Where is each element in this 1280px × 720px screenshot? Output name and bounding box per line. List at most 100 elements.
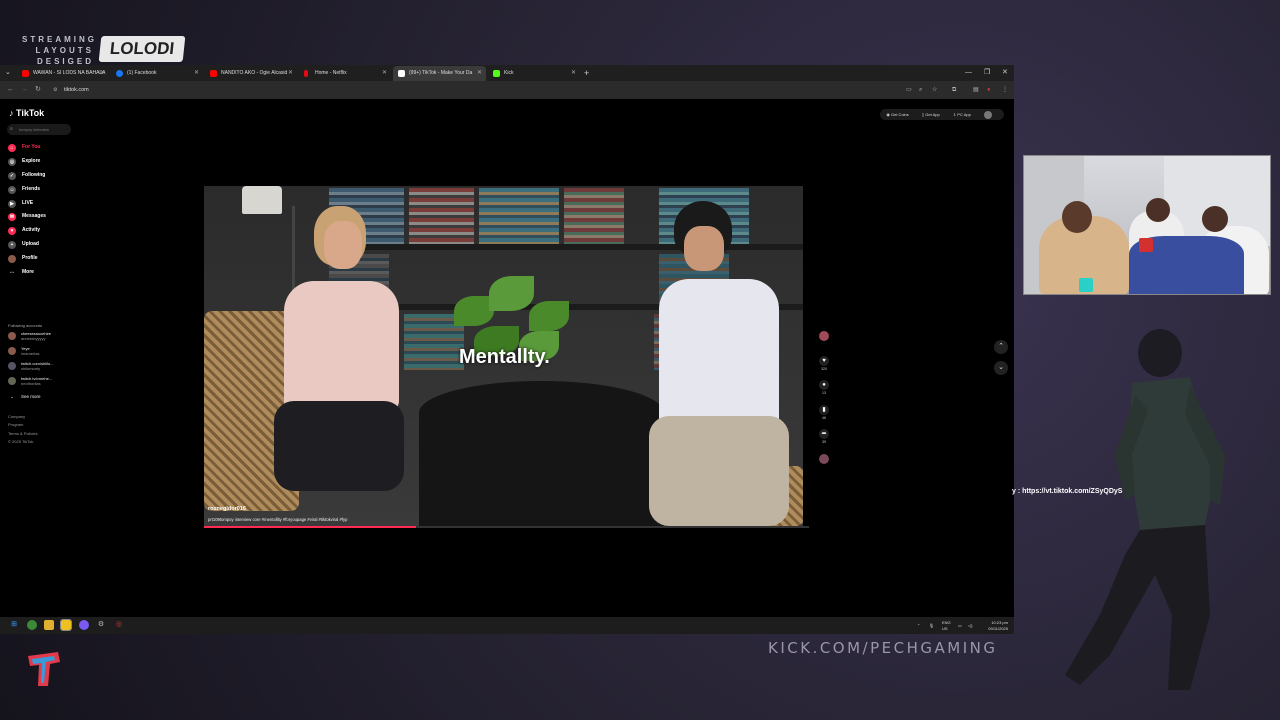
avatar[interactable] bbox=[984, 110, 992, 119]
nav-label: Explore bbox=[22, 157, 41, 164]
sound-button[interactable] bbox=[816, 453, 832, 479]
nav-activity[interactable]: ♥ Activity bbox=[8, 224, 46, 238]
footer-link[interactable]: Company bbox=[8, 413, 38, 421]
account-handle: imamerlas bbox=[21, 351, 40, 356]
site-info-icon[interactable]: ⚙ bbox=[53, 84, 57, 96]
close-icon[interactable]: ✕ bbox=[571, 66, 576, 81]
minimize-icon[interactable]: — bbox=[965, 65, 972, 81]
messenger-icon[interactable] bbox=[79, 620, 89, 630]
reload-icon[interactable]: ↻ bbox=[35, 81, 41, 99]
nav-messages[interactable]: ✉ Messages bbox=[8, 210, 46, 224]
volume-icon[interactable]: ◁) bbox=[968, 617, 972, 634]
like-button[interactable]: ♥ 320 bbox=[816, 355, 832, 381]
get-app-button[interactable]: ▯ Get App bbox=[922, 112, 946, 117]
maximize-icon[interactable]: ❐ bbox=[984, 65, 990, 81]
close-icon[interactable]: ✕ bbox=[382, 66, 387, 81]
account-handle: shilomonty bbox=[21, 366, 41, 371]
close-icon[interactable]: ✕ bbox=[477, 66, 482, 81]
cast-icon[interactable]: ▭ bbox=[906, 81, 912, 99]
following-account[interactable]: twitch.com/shillo... shilomonty bbox=[8, 361, 81, 371]
profile-icon bbox=[8, 255, 16, 264]
nav-more[interactable]: ⋯ More bbox=[8, 266, 46, 280]
get-app-label: Get App bbox=[925, 112, 940, 117]
more-icon: ⋯ bbox=[9, 270, 15, 277]
new-tab-button[interactable]: + bbox=[584, 65, 589, 81]
close-icon[interactable]: ✕ bbox=[288, 66, 293, 81]
nav-live[interactable]: ▶ LIVE bbox=[8, 197, 46, 211]
network-icon[interactable]: ▭ bbox=[958, 617, 962, 634]
copyright: © 2025 TikTok bbox=[8, 438, 34, 444]
tray-overflow-icon[interactable]: ⌃ bbox=[917, 617, 920, 634]
url-field[interactable]: ⚙ tiktok.com bbox=[52, 84, 892, 96]
steam-icon[interactable]: ⚙ bbox=[96, 620, 106, 630]
browser-menu-icon[interactable]: ⋮ bbox=[1002, 81, 1008, 99]
app-icon[interactable]: ◎ bbox=[114, 620, 124, 630]
nav-following[interactable]: ✓ Following bbox=[8, 169, 46, 183]
footer-link[interactable]: Program bbox=[8, 421, 38, 429]
nav-profile[interactable]: Profile bbox=[8, 252, 46, 266]
pc-app-button[interactable]: ⇩ PC App bbox=[953, 112, 977, 117]
following-account[interactable]: Yeye imamerlas bbox=[8, 346, 81, 356]
profile-icon[interactable]: ● bbox=[987, 81, 991, 99]
video-progress-fill bbox=[204, 526, 416, 528]
search-input[interactable]: ⌕ tompoy interview bbox=[7, 124, 71, 135]
following-account[interactable]: twitch.tv/omehe... neothorilas bbox=[8, 376, 81, 386]
file-explorer-icon[interactable] bbox=[44, 620, 54, 630]
sticky-notes-icon[interactable] bbox=[60, 619, 72, 631]
back-icon[interactable]: ← bbox=[7, 81, 14, 99]
forward-icon[interactable]: → bbox=[21, 81, 28, 99]
nav-friends[interactable]: ☺ Friends bbox=[8, 183, 46, 197]
search-placeholder: tompoy interview bbox=[19, 127, 50, 132]
get-coins-label: Get Coins bbox=[891, 112, 909, 117]
nav-label: For You bbox=[22, 144, 41, 150]
tiktok-logo[interactable]: ♪ TikTok bbox=[9, 108, 44, 118]
bookmark-star-icon[interactable]: ☆ bbox=[932, 81, 937, 99]
avatar bbox=[8, 362, 16, 370]
tab-label: WAWAN - SI LODS NA BAHALA bbox=[33, 70, 106, 76]
sidebar-icon[interactable]: ▤ bbox=[973, 81, 979, 99]
tab-facebook[interactable]: (1) Facebook ✕ bbox=[111, 66, 203, 81]
tab-youtube-wawan[interactable]: WAWAN - SI LODS NA BAHALA ✕ bbox=[17, 66, 109, 81]
clock[interactable]: 10:23 pm 09/11/2025 bbox=[988, 620, 1008, 631]
search-icon: ⌕ bbox=[10, 126, 13, 132]
footer-link[interactable]: Terms & Policies bbox=[8, 430, 38, 438]
video-progress-bar[interactable] bbox=[204, 526, 809, 528]
activity-icon: ♥ bbox=[8, 227, 16, 236]
sidebar-nav: ⌂ For You ◎ Explore ✓ Following ☺ Friends ▶ L… bbox=[8, 141, 46, 280]
nav-for-you[interactable]: ⌂ For You bbox=[8, 141, 46, 155]
video-player[interactable]: Mentallty. roxnegldor016 prt109tompoy in… bbox=[204, 186, 803, 526]
tab-kick[interactable]: Kick ✕ bbox=[488, 66, 580, 81]
share-button[interactable]: ➦ 39 bbox=[816, 429, 832, 454]
table bbox=[419, 381, 664, 526]
chrome-icon[interactable] bbox=[27, 620, 37, 630]
video-actions: ♥ 320 ● 13 ▮ 46 ➦ 39 bbox=[816, 331, 832, 479]
netflix-icon bbox=[304, 70, 308, 77]
video-username[interactable]: roxnegldor016 bbox=[208, 506, 246, 512]
extensions-icon[interactable]: ⧉ bbox=[952, 81, 956, 99]
previous-video-button[interactable]: ⌃ bbox=[994, 340, 1008, 354]
bookmark-button[interactable]: ▮ 46 bbox=[816, 404, 832, 430]
tab-netflix[interactable]: Home - Netflix ✕ bbox=[299, 66, 391, 81]
language-indicator[interactable]: ENG US bbox=[942, 620, 951, 632]
window-close-icon[interactable]: ✕ bbox=[1002, 65, 1008, 81]
microphone-icon[interactable]: 🎙︎ bbox=[929, 617, 934, 634]
see-more-link[interactable]: ⌄ See more bbox=[8, 394, 41, 399]
close-icon[interactable]: ✕ bbox=[194, 66, 199, 81]
avatar bbox=[8, 332, 16, 340]
address-bar: ← → ↻ ⚙ tiktok.com ▭ ⌕ ☆ ⧉ ▤ ● ⋮ bbox=[0, 81, 1014, 99]
tab-youtube-ogie[interactable]: NANDITO AKO - Ogie Alcasid ✕ bbox=[205, 66, 297, 81]
next-video-button[interactable]: ⌄ bbox=[994, 361, 1008, 375]
zoom-icon[interactable]: ⌕ bbox=[919, 81, 922, 99]
tab-list-icon[interactable]: ⌄ bbox=[5, 65, 11, 81]
tab-tiktok[interactable]: (99+) TikTok - Make Your Da ✕ bbox=[393, 66, 486, 81]
creator-avatar-button[interactable] bbox=[816, 331, 832, 356]
avatar bbox=[8, 347, 16, 355]
close-icon[interactable]: ✕ bbox=[100, 66, 105, 81]
nav-explore[interactable]: ◎ Explore bbox=[8, 155, 46, 169]
get-coins-button[interactable]: ◉ Get Coins bbox=[886, 112, 914, 117]
nav-upload[interactable]: + Upload bbox=[8, 238, 46, 252]
windows-start-icon[interactable]: ⊞ bbox=[9, 620, 19, 630]
comment-button[interactable]: ● 13 bbox=[816, 380, 832, 405]
following-account[interactable]: ckeesesaucehire annetobyyyyy bbox=[8, 331, 81, 341]
brand-line-2: LAYOUTS bbox=[35, 46, 94, 55]
